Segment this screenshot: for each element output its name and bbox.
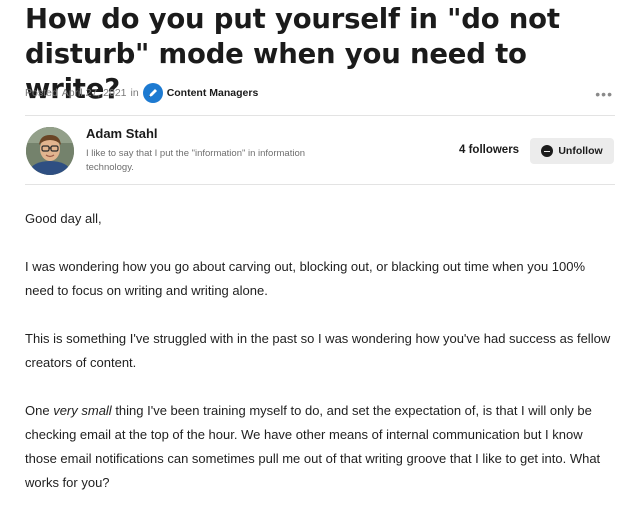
divider <box>25 184 615 185</box>
unfollow-label: Unfollow <box>558 145 603 157</box>
unfollow-button[interactable]: Unfollow <box>530 138 614 164</box>
avatar[interactable] <box>26 127 74 175</box>
followers-count[interactable]: 4 followers <box>459 144 519 156</box>
post-date: April 27, 2021 <box>61 87 127 99</box>
minus-circle-icon <box>541 145 554 157</box>
emphasis-text: very small <box>53 403 112 418</box>
paragraph: One very small thing I've been training … <box>25 399 615 495</box>
paragraph-text: One <box>25 403 54 418</box>
author-card: Adam Stahl I like to say that I put the … <box>25 126 615 177</box>
paragraph: Good day all, <box>25 211 102 226</box>
post-body: Good day all, I was wondering how you go… <box>25 207 615 519</box>
divider <box>25 115 615 116</box>
in-label: in <box>130 87 139 99</box>
post-meta: Posted April 27, 2021 in Content Manager… <box>25 82 615 104</box>
posted-label: Posted <box>25 87 58 99</box>
more-options-icon[interactable]: ••• <box>595 87 613 101</box>
paragraph: I was wondering how you go about carving… <box>25 259 586 298</box>
paragraph: This is something I've struggled with in… <box>25 331 611 370</box>
author-bio: I like to say that I put the "informatio… <box>86 148 306 173</box>
paragraph-text: thing I've been training myself to do, a… <box>25 403 601 490</box>
author-name[interactable]: Adam Stahl <box>86 126 158 141</box>
pen-icon[interactable] <box>142 83 163 103</box>
group-link[interactable]: Content Managers <box>167 87 259 99</box>
